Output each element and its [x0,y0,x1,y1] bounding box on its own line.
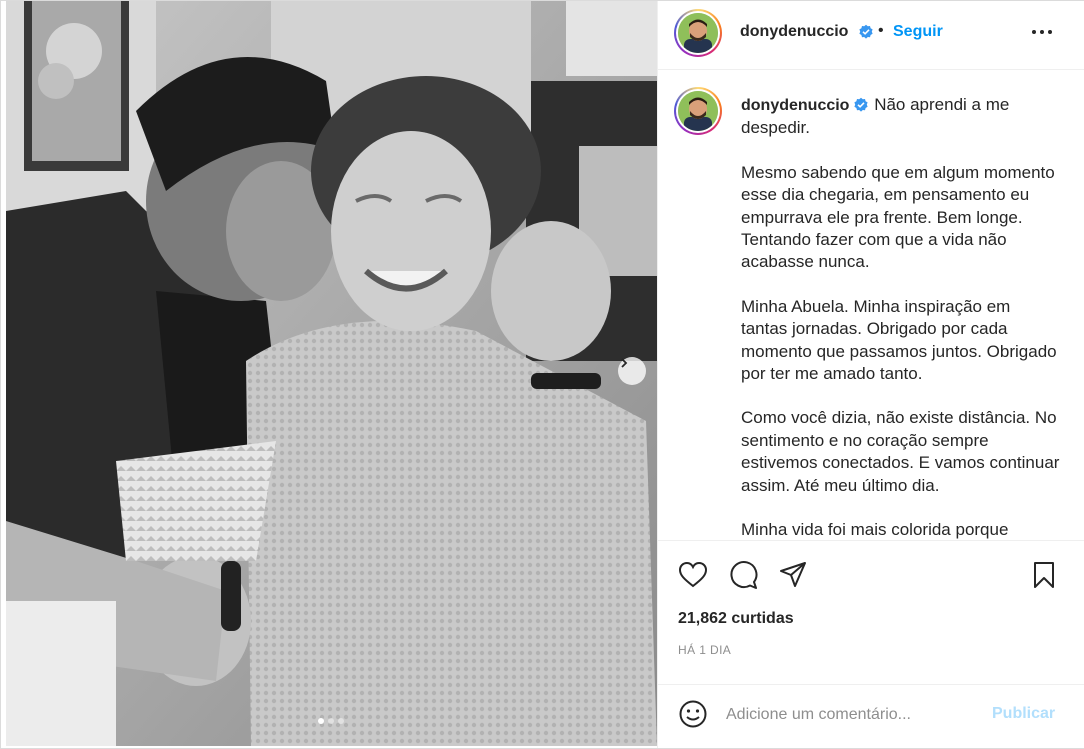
profile-picture [678,13,718,53]
caption-text: donydenuccio Não aprendi a me despedir. … [741,94,1061,540]
like-button[interactable] [678,560,708,590]
carousel-indicator [318,718,344,724]
chevron-right-icon [621,358,628,368]
comment-button[interactable] [729,560,759,590]
comment-input[interactable] [726,703,976,727]
post-photo[interactable] [6,1,657,746]
publish-button[interactable]: Publicar [992,705,1055,723]
comment-bar: Publicar [658,684,1084,748]
post-actions [658,554,1084,594]
emoji-icon [679,700,707,728]
save-button[interactable] [1029,560,1059,590]
caption-username[interactable]: donydenuccio [741,97,849,114]
caption-avatar[interactable] [674,87,722,135]
next-slide-button[interactable] [618,357,646,385]
caption-paragraph: Minha Abuela. Minha inspiração em tantas… [741,296,1057,384]
post-dialog: donydenuccio • Seguir donydenuccio Não a… [0,0,1084,749]
comment-icon [730,561,758,589]
caption-section: donydenuccio Não aprendi a me despedir. … [658,71,1084,541]
post-timestamp[interactable]: HÁ 1 DIA [678,643,731,657]
emoji-button[interactable] [678,699,708,729]
share-icon [780,562,806,587]
heart-icon [678,561,708,588]
carousel-dot [338,718,344,724]
carousel-dot-active [318,718,324,724]
bookmark-icon [1034,562,1054,588]
verified-badge-icon [854,97,869,112]
username[interactable]: donydenuccio [740,23,848,41]
more-options-button[interactable] [1030,23,1054,43]
follow-button[interactable]: Seguir [893,23,943,41]
photo-grandmother-and-grandson [6,1,657,746]
verified-badge [854,24,874,42]
caption-paragraph: Minha vida foi mais colorida porque [741,520,1009,540]
profile-picture [678,91,718,131]
share-button[interactable] [778,560,808,590]
carousel-dot [328,718,334,724]
caption-paragraph: Como você dizia, não existe distância. N… [741,408,1060,495]
like-count[interactable]: 21,862 curtidas [678,610,794,628]
caption-paragraph: Mesmo sabendo que em algum momento esse … [741,162,1055,272]
verified-badge-icon [859,24,873,39]
avatar[interactable] [674,9,722,57]
more-options-icon [1032,30,1052,34]
separator-dot: • [878,22,884,39]
post-details-panel: donydenuccio • Seguir donydenuccio Não a… [657,1,1084,748]
post-header: donydenuccio • Seguir [658,1,1084,70]
